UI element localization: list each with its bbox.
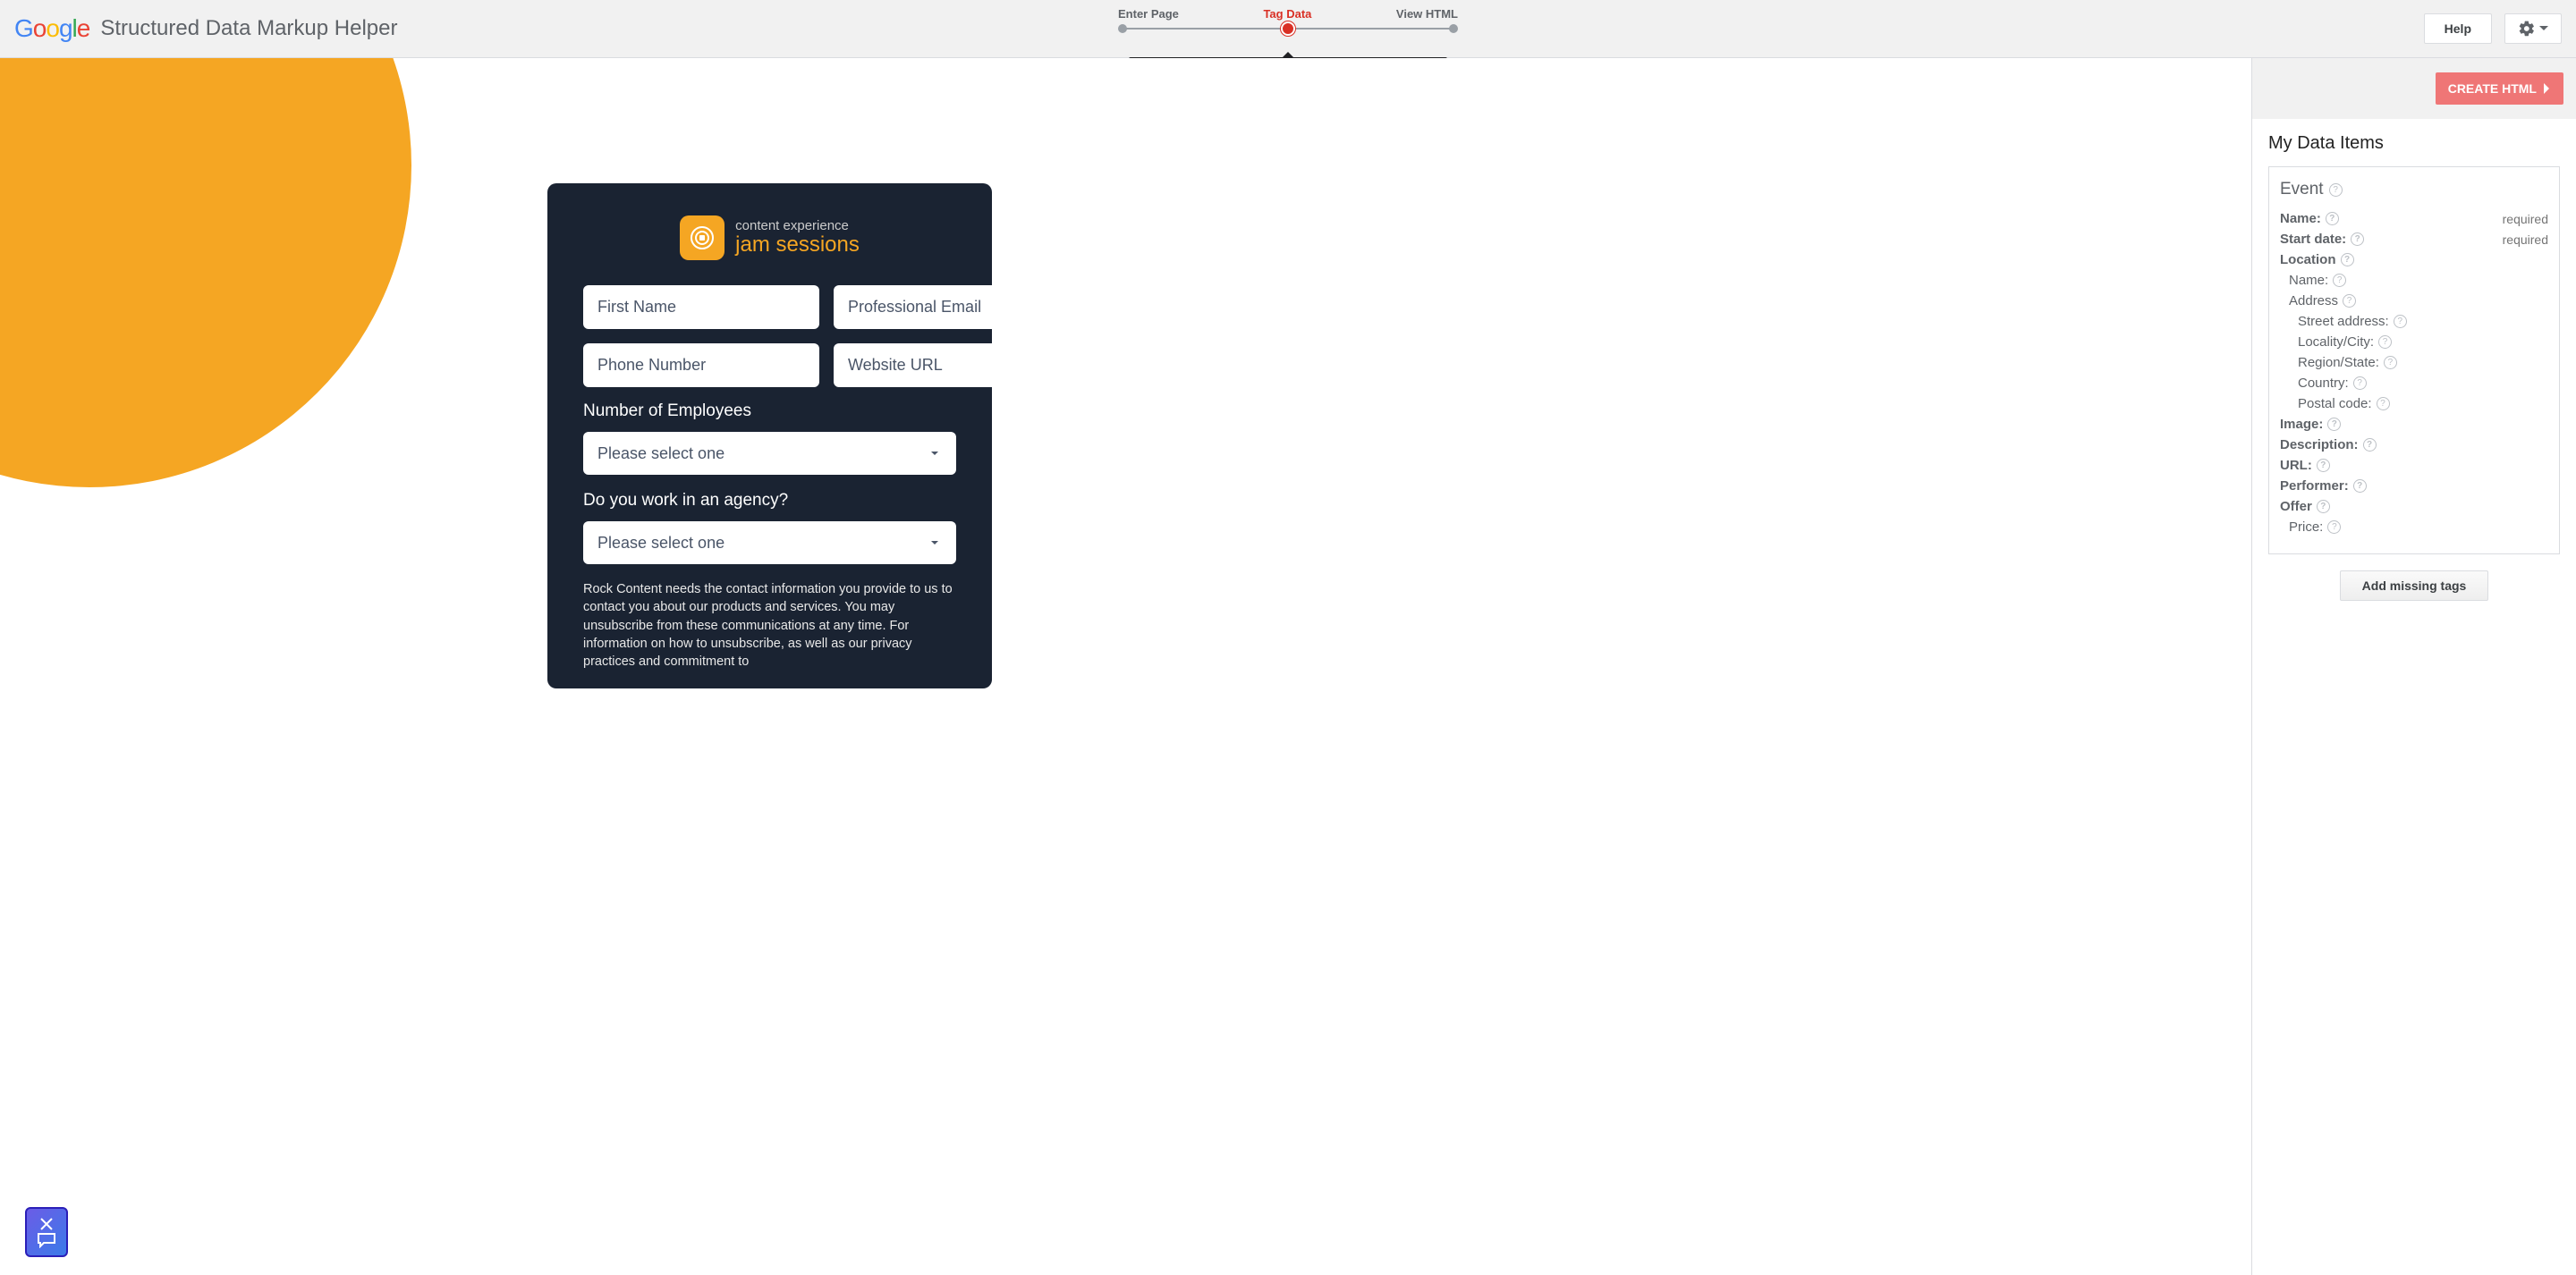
create-html-label: CREATE HTML xyxy=(2448,81,2537,96)
field-locality[interactable]: Locality/City:? xyxy=(2280,332,2548,352)
field-location-name[interactable]: Name:? xyxy=(2280,270,2548,291)
step-dot-3[interactable] xyxy=(1449,24,1458,33)
email-input[interactable] xyxy=(834,285,1070,329)
header-bar: G o o g l e Structured Data Markup Helpe… xyxy=(0,0,2576,58)
chat-widget[interactable] xyxy=(25,1207,68,1257)
field-address[interactable]: Address? xyxy=(2280,291,2548,311)
close-icon xyxy=(38,1216,55,1232)
help-icon[interactable]: ? xyxy=(2326,212,2339,225)
first-name-input[interactable] xyxy=(583,285,819,329)
logo-area: G o o g l e Structured Data Markup Helpe… xyxy=(14,14,397,43)
field-offer[interactable]: Offer? xyxy=(2280,496,2548,517)
step-dot-2[interactable] xyxy=(1281,21,1295,36)
help-icon[interactable]: ? xyxy=(2353,479,2367,493)
jam-sessions-logo: content experience jam sessions xyxy=(583,215,956,260)
jam-icon xyxy=(680,215,724,260)
sidebar-title: My Data Items xyxy=(2268,133,2560,154)
field-start-date[interactable]: Start date:?required xyxy=(2280,229,2548,249)
employees-select[interactable]: Please select one xyxy=(583,432,956,475)
logo-letter: G xyxy=(14,14,33,43)
help-icon[interactable]: ? xyxy=(2363,438,2377,452)
chevron-right-icon xyxy=(2542,83,2551,94)
help-icon[interactable]: ? xyxy=(2333,274,2346,287)
help-icon[interactable]: ? xyxy=(2317,500,2330,513)
step-indicator: Enter Page Tag Data View HTML xyxy=(1118,7,1458,35)
add-missing-tags-button[interactable]: Add missing tags xyxy=(2340,570,2489,601)
decorative-arc xyxy=(0,58,411,487)
schema-box: Event? Name:?required Start date:?requir… xyxy=(2268,166,2560,554)
step-view-html[interactable]: View HTML xyxy=(1396,7,1458,21)
logo-letter: g xyxy=(59,14,72,43)
help-icon[interactable]: ? xyxy=(2378,335,2392,349)
settings-button[interactable] xyxy=(2504,13,2562,44)
field-description[interactable]: Description:? xyxy=(2280,435,2548,455)
google-logo: G o o g l e xyxy=(14,14,89,43)
gear-icon xyxy=(2518,20,2536,38)
logo-letter: e xyxy=(77,14,90,43)
field-price[interactable]: Price:? xyxy=(2280,517,2548,537)
help-icon[interactable]: ? xyxy=(2351,232,2364,246)
phone-input[interactable] xyxy=(583,343,819,387)
chevron-down-icon xyxy=(2539,24,2548,33)
step-tag-data[interactable]: Tag Data xyxy=(1263,7,1311,21)
data-items-sidebar: CREATE HTML My Data Items Event? Name:?r… xyxy=(2251,58,2576,1275)
agency-select[interactable]: Please select one xyxy=(583,521,956,564)
page-preview[interactable]: content experience jam sessions Number o… xyxy=(0,58,2251,1275)
field-location[interactable]: Location? xyxy=(2280,249,2548,270)
help-icon[interactable]: ? xyxy=(2384,356,2397,369)
chat-icon xyxy=(37,1232,56,1248)
disclaimer-text: Rock Content needs the contact informati… xyxy=(583,580,956,671)
step-dot-1[interactable] xyxy=(1118,24,1127,33)
field-country[interactable]: Country:? xyxy=(2280,373,2548,393)
field-performer[interactable]: Performer:? xyxy=(2280,476,2548,496)
help-icon[interactable]: ? xyxy=(2353,376,2367,390)
help-icon[interactable]: ? xyxy=(2341,253,2354,266)
create-html-button[interactable]: CREATE HTML xyxy=(2436,72,2563,105)
employees-label: Number of Employees xyxy=(583,401,956,421)
field-region[interactable]: Region/State:? xyxy=(2280,352,2548,373)
help-icon[interactable]: ? xyxy=(2329,183,2343,197)
help-icon[interactable]: ? xyxy=(2327,418,2341,431)
help-icon[interactable]: ? xyxy=(2343,294,2356,308)
logo-letter: o xyxy=(46,14,59,43)
step-enter-page[interactable]: Enter Page xyxy=(1118,7,1179,21)
brand-line2: jam sessions xyxy=(735,233,860,257)
help-icon[interactable]: ? xyxy=(2317,459,2330,472)
help-icon[interactable]: ? xyxy=(2377,397,2390,410)
app-title: Structured Data Markup Helper xyxy=(100,16,397,41)
main-area: content experience jam sessions Number o… xyxy=(0,58,2576,1275)
field-image[interactable]: Image:? xyxy=(2280,414,2548,435)
field-postal[interactable]: Postal code:? xyxy=(2280,393,2548,414)
field-name[interactable]: Name:?required xyxy=(2280,208,2548,229)
help-button[interactable]: Help xyxy=(2424,13,2492,44)
agency-label: Do you work in an agency? xyxy=(583,491,956,511)
logo-letter: o xyxy=(33,14,47,43)
field-street[interactable]: Street address:? xyxy=(2280,311,2548,332)
help-icon[interactable]: ? xyxy=(2327,520,2341,534)
website-input[interactable] xyxy=(834,343,1070,387)
field-url[interactable]: URL:? xyxy=(2280,455,2548,476)
schema-root: Event? xyxy=(2280,180,2548,199)
help-icon[interactable]: ? xyxy=(2394,315,2407,328)
brand-line1: content experience xyxy=(735,219,860,234)
signup-form-card: content experience jam sessions Number o… xyxy=(547,183,992,688)
